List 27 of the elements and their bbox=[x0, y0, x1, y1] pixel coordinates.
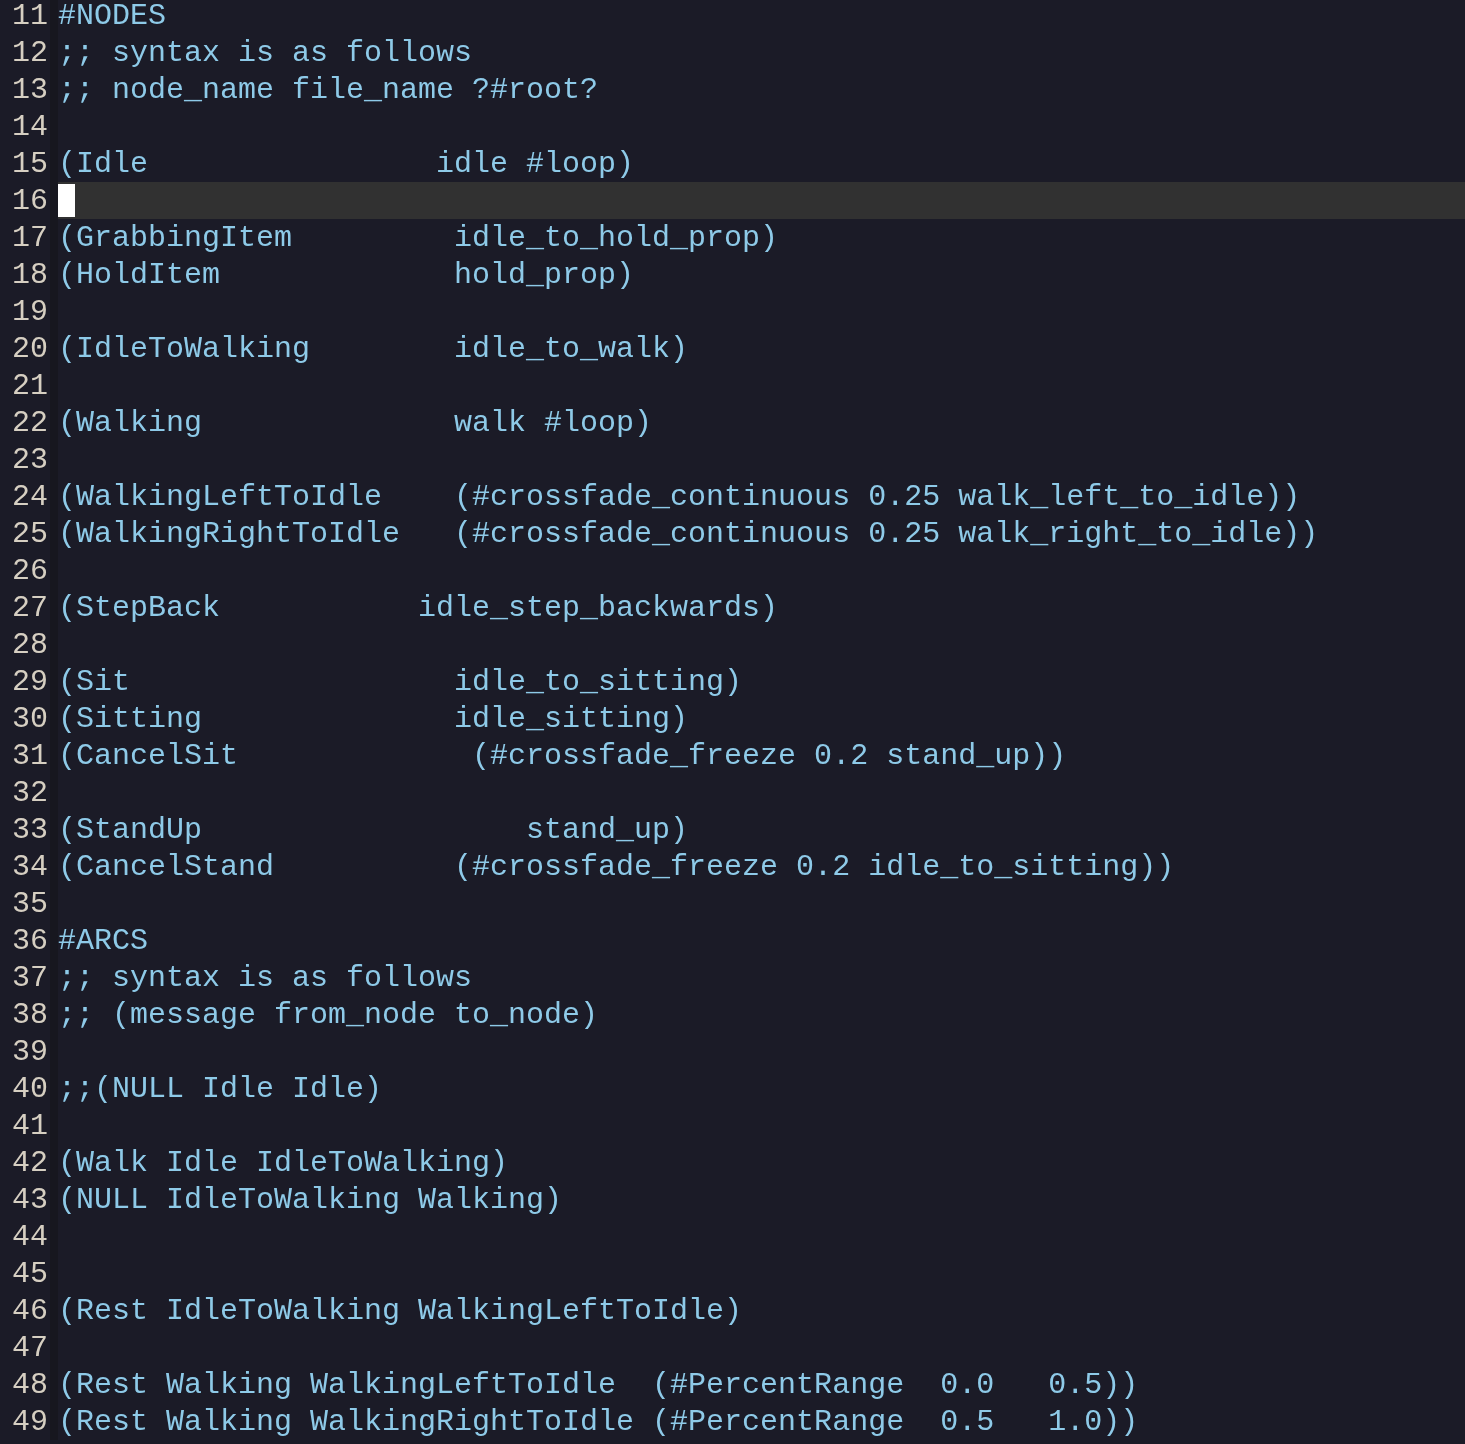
code-line: (StandUp stand_up) bbox=[58, 812, 689, 847]
code-line: #NODES bbox=[58, 0, 167, 33]
code-line: ;;(NULL Idle Idle) bbox=[58, 1071, 383, 1106]
code-line: ;; syntax is as follows bbox=[58, 35, 473, 70]
code-line: (StepBack idle_step_backwards) bbox=[58, 590, 779, 625]
code-line: (HoldItem hold_prop) bbox=[58, 257, 635, 292]
code-line: #ARCS bbox=[58, 923, 148, 958]
code-line: ;; (message from_node to_node) bbox=[58, 997, 599, 1032]
code-line: (Sitting idle_sitting) bbox=[58, 701, 689, 736]
code-line: (WalkingRightToIdle (#crossfade_continuous 0.25 walk_right_to_idle)) bbox=[58, 516, 1319, 551]
code-line: ;; node_name file_name ?#root? bbox=[58, 72, 599, 107]
code-line: (Idle idle #loop) bbox=[58, 146, 635, 181]
code-line: (WalkingLeftToIdle (#crossfade_continuous 0.25 walk_left_to_idle)) bbox=[58, 479, 1301, 514]
code-line: (IdleToWalking idle_to_walk) bbox=[58, 331, 689, 366]
code-line: (Rest IdleToWalking WalkingLeftToIdle) bbox=[58, 1293, 743, 1328]
code-line: (Sit idle_to_sitting) bbox=[58, 664, 743, 699]
text-cursor bbox=[58, 184, 75, 217]
code-line: (NULL IdleToWalking Walking) bbox=[58, 1182, 563, 1217]
code-line: (Walk Idle IdleToWalking) bbox=[58, 1145, 509, 1180]
code-line: (Rest Walking WalkingRightToIdle (#PercentRange 0.5 1.0)) bbox=[58, 1404, 1139, 1439]
line-number: 16 bbox=[0, 182, 58, 219]
code-line: (CancelStand (#crossfade_freeze 0.2 idle_to_sitting)) bbox=[58, 849, 1175, 884]
code-line: (Walking walk #loop) bbox=[58, 405, 653, 440]
code-line: (GrabbingItem idle_to_hold_prop) bbox=[58, 220, 779, 255]
code-line: (Rest Walking WalkingLeftToIdle (#PercentRange 0.0 0.5)) bbox=[58, 1367, 1139, 1402]
code-line: (CancelSit (#crossfade_freeze 0.2 stand_up)) bbox=[58, 738, 1067, 773]
code-line: ;; syntax is as follows bbox=[58, 960, 473, 995]
